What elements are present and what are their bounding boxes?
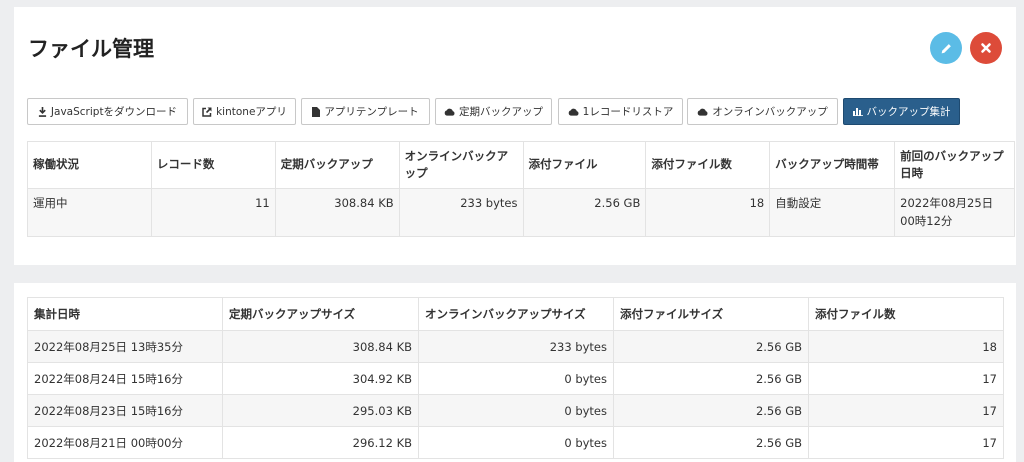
status-header-cell: オンラインバックアップ <box>398 141 524 189</box>
status-header-cell: 添付ファイル <box>522 141 647 189</box>
status-row: 運用中 11 308.84 KB 233 bytes 2.56 GB 18 自動… <box>27 188 1015 237</box>
scheduled-backup-button[interactable]: 定期バックアップ <box>435 98 552 125</box>
attachment-size-cell: 2.56 GB <box>613 362 809 395</box>
operation-status-cell: 運用中 <box>27 188 152 237</box>
history-table: 集計日時 定期バックアップサイズ オンラインバックアップサイズ 添付ファイルサイ… <box>27 297 1004 459</box>
status-header-cell: 定期バックアップ <box>274 141 400 189</box>
status-header-cell: バックアップ時間帯 <box>769 141 896 189</box>
attachment-size-cell: 2.56 GB <box>522 188 647 237</box>
attachment-count-cell: 17 <box>808 362 1004 395</box>
status-header-row: 稼働状況 レコード数 定期バックアップ オンラインバックアップ 添付ファイル 添… <box>27 141 1015 189</box>
bar-chart-icon <box>852 108 863 116</box>
cloud-icon <box>697 108 708 116</box>
history-header-cell: 添付ファイルサイズ <box>613 297 809 331</box>
table-row: 2022年08月24日 15時16分 304.92 KB 0 bytes 2.5… <box>27 362 1004 395</box>
status-table: 稼働状況 レコード数 定期バックアップ オンラインバックアップ 添付ファイル 添… <box>27 141 1015 237</box>
download-javascript-button[interactable]: JavaScriptをダウンロード <box>27 98 188 125</box>
attachment-count-cell: 18 <box>808 330 1004 363</box>
app-template-label: アプリテンプレート <box>324 106 419 118</box>
online-backup-size-cell: 233 bytes <box>418 330 614 363</box>
attachment-size-cell: 2.56 GB <box>613 426 809 459</box>
record-count-cell: 11 <box>150 188 276 237</box>
backup-time-slot-cell: 自動設定 <box>769 188 896 237</box>
online-backup-size-cell: 0 bytes <box>418 362 614 395</box>
status-header-cell: 稼働状況 <box>27 141 152 189</box>
online-backup-size-cell: 0 bytes <box>418 394 614 427</box>
status-header-cell: 添付ファイル数 <box>645 141 771 189</box>
scheduled-backup-size-cell: 304.92 KB <box>222 362 419 395</box>
table-row: 2022年08月23日 15時16分 295.03 KB 0 bytes 2.5… <box>27 394 1004 427</box>
history-header-cell: 添付ファイル数 <box>808 297 1004 331</box>
online-backup-cell: 233 bytes <box>398 188 524 237</box>
page-title: ファイル管理 <box>28 37 154 61</box>
scheduled-backup-size-cell: 296.12 KB <box>222 426 419 459</box>
download-icon <box>38 106 47 117</box>
external-link-icon <box>202 106 212 117</box>
attachment-count-cell: 17 <box>808 394 1004 427</box>
single-record-restore-button[interactable]: 1レコードリストア <box>558 98 683 125</box>
history-header-cell: オンラインバックアップサイズ <box>418 297 614 331</box>
scheduled-backup-size-cell: 295.03 KB <box>222 394 419 427</box>
online-backup-label: オンラインバックアップ <box>712 106 828 118</box>
status-header-cell: レコード数 <box>150 141 276 189</box>
attachment-count-cell: 18 <box>645 188 771 237</box>
close-button[interactable] <box>970 32 1002 64</box>
download-javascript-label: JavaScriptをダウンロード <box>50 106 178 118</box>
last-backup-datetime-cell: 2022年08月25日 00時12分 <box>894 188 1015 237</box>
single-record-restore-label: 1レコードリストア <box>582 106 674 118</box>
edit-button[interactable] <box>930 32 962 64</box>
attachment-size-cell: 2.56 GB <box>613 394 809 427</box>
cloud-icon <box>444 108 455 116</box>
close-icon <box>981 43 991 53</box>
history-header-cell: 集計日時 <box>27 297 223 331</box>
kintone-app-label: kintoneアプリ <box>216 106 287 118</box>
file-icon <box>312 106 321 117</box>
attachment-size-cell: 2.56 GB <box>613 330 809 363</box>
app-template-button[interactable]: アプリテンプレート <box>301 98 430 125</box>
table-row: 2022年08月25日 13時35分 308.84 KB 233 bytes 2… <box>27 330 1004 363</box>
attachment-count-cell: 17 <box>808 426 1004 459</box>
scheduled-backup-label: 定期バックアップ <box>459 106 543 118</box>
status-header-cell: 前回のバックアップ日時 <box>894 141 1015 189</box>
table-row: 2022年08月21日 00時00分 296.12 KB 0 bytes 2.5… <box>27 426 1004 459</box>
online-backup-button[interactable]: オンラインバックアップ <box>687 98 838 125</box>
history-header-row: 集計日時 定期バックアップサイズ オンラインバックアップサイズ 添付ファイルサイ… <box>27 297 1004 331</box>
scheduled-backup-cell: 308.84 KB <box>274 188 400 237</box>
aggregated-datetime-cell: 2022年08月23日 15時16分 <box>27 394 223 427</box>
online-backup-size-cell: 0 bytes <box>418 426 614 459</box>
kintone-app-button[interactable]: kintoneアプリ <box>193 98 296 125</box>
aggregated-datetime-cell: 2022年08月24日 15時16分 <box>27 362 223 395</box>
history-header-cell: 定期バックアップサイズ <box>222 297 419 331</box>
pencil-icon <box>941 43 951 53</box>
scheduled-backup-size-cell: 308.84 KB <box>222 330 419 363</box>
history-panel: 集計日時 定期バックアップサイズ オンラインバックアップサイズ 添付ファイルサイ… <box>14 283 1016 462</box>
backup-summary-button[interactable]: バックアップ集計 <box>843 98 960 125</box>
aggregated-datetime-cell: 2022年08月21日 00時00分 <box>27 426 223 459</box>
cloud-icon <box>568 108 579 116</box>
aggregated-datetime-cell: 2022年08月25日 13時35分 <box>27 330 223 363</box>
backup-summary-label: バックアップ集計 <box>866 106 951 118</box>
summary-panel: ファイル管理 JavaScriptをダウンロード kintoneアプリ アプリテ… <box>14 7 1016 265</box>
